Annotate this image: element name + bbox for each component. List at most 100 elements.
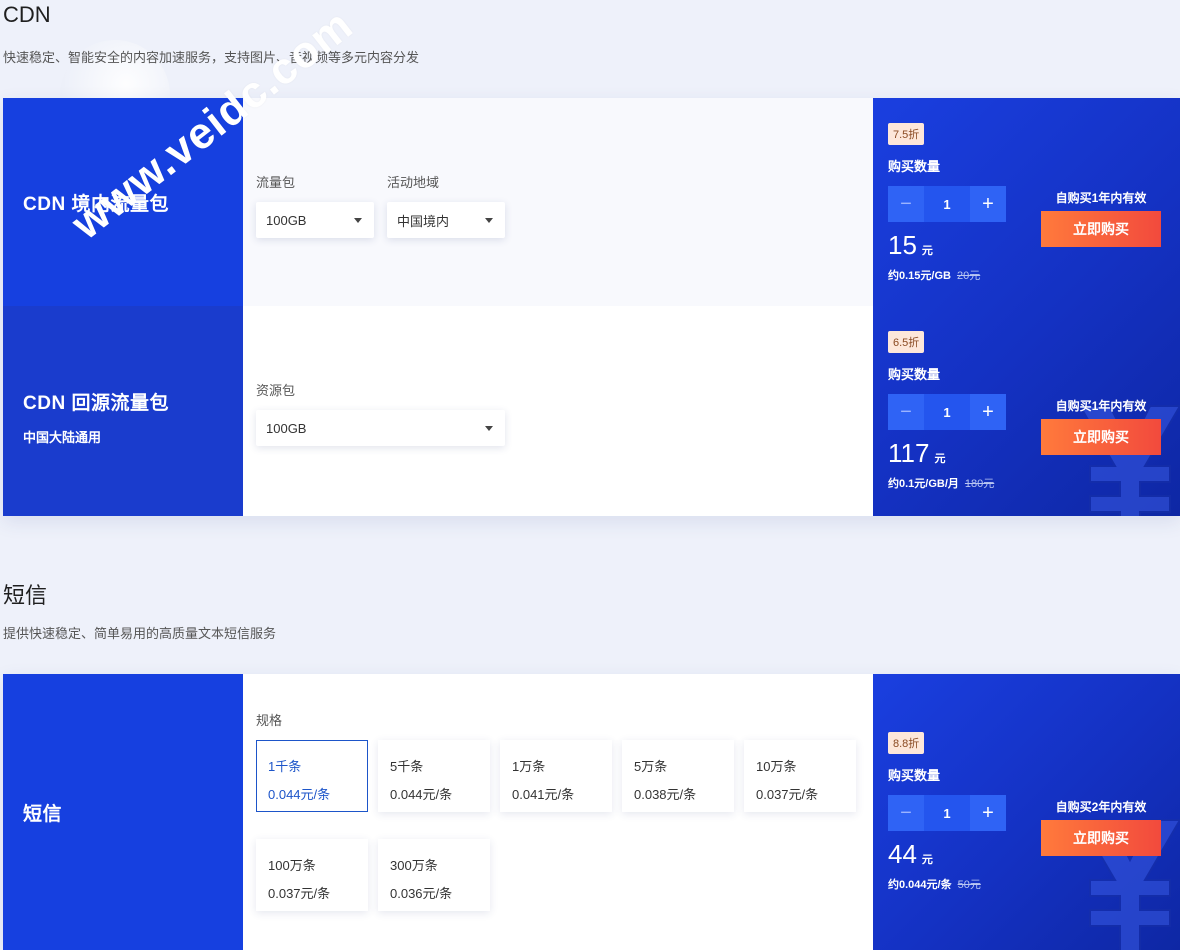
unit-price: 约0.044元/条 50元 — [888, 876, 981, 892]
price: 15 元 — [888, 230, 933, 261]
quantity-stepper: − 1 + — [888, 186, 1006, 222]
validity-text: 自购买1年内有效 — [1055, 399, 1147, 413]
sms-purchase-panel: 8.8折 购买数量 − 1 + 44 元 约0.044元/条 50元 自购买2年内… — [873, 674, 1180, 950]
price-amount: 117 — [888, 438, 930, 468]
resource-package-select[interactable]: 100GB — [256, 410, 505, 446]
product-subtitle: 中国大陆通用 — [23, 430, 102, 445]
spec-option[interactable]: 300万条 0.036元/条 — [378, 839, 490, 911]
spec-count: 1千条 — [268, 759, 302, 774]
discount-badge: 6.5折 — [888, 331, 925, 353]
cdn-card: CDN 境内流量包 CDN 回源流量包 中国大陆通用 流量包 100GB 活动地… — [3, 98, 1180, 516]
spec-count: 300万条 — [390, 858, 438, 873]
cdn-left-panel: CDN 境内流量包 CDN 回源流量包 中国大陆通用 — [3, 98, 243, 516]
sms-card: 短信 规格 1千条 0.044元/条 5千条 0.044元/条 1万条 0.04… — [3, 674, 1180, 950]
cdn-purchase-panel: 7.5折 购买数量 − 1 + 15 元 约0.15元/GB 20元 自购买1年内… — [873, 98, 1180, 516]
region-label: 活动地域 — [387, 175, 440, 190]
cdn-origin-purchase: 6.5折 购买数量 − 1 + 117 元 约0.1元/GB/月 180元 自购买… — [873, 306, 1180, 516]
product-name: CDN 回源流量包 — [23, 393, 169, 414]
quantity-value[interactable]: 1 — [924, 186, 970, 222]
quantity-stepper: − 1 + — [888, 795, 1006, 831]
discount-badge: 7.5折 — [888, 123, 925, 145]
sms-section-desc: 提供快速稳定、简单易用的高质量文本短信服务 — [3, 626, 277, 641]
quantity-value[interactable]: 1 — [924, 394, 970, 430]
cdn-origin-header: CDN 回源流量包 中国大陆通用 — [3, 306, 243, 516]
unit-price-value: 约0.15元/GB — [888, 270, 951, 282]
decrement-button[interactable]: − — [888, 795, 924, 831]
spec-option[interactable]: 1万条 0.041元/条 — [500, 740, 612, 812]
sms-options-panel: 规格 1千条 0.044元/条 5千条 0.044元/条 1万条 0.041元/… — [243, 674, 873, 950]
resource-package-label: 资源包 — [256, 383, 296, 398]
increment-button[interactable]: + — [970, 186, 1006, 222]
decrement-button[interactable]: − — [888, 394, 924, 430]
spec-price: 0.044元/条 — [390, 787, 453, 802]
price-unit: 元 — [921, 245, 933, 257]
product-name: CDN 境内流量包 — [23, 193, 169, 215]
sms-purchase: 8.8折 购买数量 − 1 + 44 元 约0.044元/条 50元 自购买2年内… — [873, 674, 1180, 950]
cdn-domestic-header: CDN 境内流量包 — [3, 98, 243, 306]
buy-now-button[interactable]: 立即购买 — [1041, 820, 1161, 856]
spec-price: 0.044元/条 — [268, 787, 331, 802]
unit-price: 约0.15元/GB 20元 — [888, 267, 980, 283]
quantity-stepper: − 1 + — [888, 394, 1006, 430]
spec-count: 1万条 — [512, 759, 546, 774]
product-name: 短信 — [23, 803, 63, 825]
select-value: 100GB — [266, 212, 307, 228]
quantity-label: 购买数量 — [888, 159, 941, 174]
spec-option[interactable]: 10万条 0.037元/条 — [744, 740, 856, 812]
select-value: 中国境内 — [397, 213, 450, 229]
buy-now-button[interactable]: 立即购买 — [1041, 211, 1161, 247]
original-price: 50元 — [957, 879, 981, 891]
price-unit: 元 — [934, 453, 946, 465]
cdn-section-desc: 快速稳定、智能安全的内容加速服务，支持图片、音视频等多元内容分发 — [3, 50, 420, 65]
spec-price: 0.038元/条 — [634, 787, 697, 802]
price-amount: 44 — [888, 839, 917, 869]
discount-badge: 8.8折 — [888, 732, 925, 754]
sms-spec-options: 规格 1千条 0.044元/条 5千条 0.044元/条 1万条 0.041元/… — [243, 674, 873, 950]
caret-down-icon — [485, 426, 493, 431]
quantity-value[interactable]: 1 — [924, 795, 970, 831]
caret-down-icon — [485, 218, 493, 223]
original-price: 180元 — [964, 478, 995, 490]
increment-button[interactable]: + — [970, 394, 1006, 430]
price: 44 元 — [888, 839, 933, 870]
original-price: 20元 — [956, 270, 981, 282]
quantity-label: 购买数量 — [888, 367, 941, 382]
spec-count: 5千条 — [390, 759, 424, 774]
price-amount: 15 — [888, 230, 917, 260]
spec-count: 100万条 — [268, 858, 316, 873]
unit-price-value: 约0.1元/GB/月 — [888, 478, 959, 490]
spec-option[interactable]: 5千条 0.044元/条 — [378, 740, 490, 812]
price-unit: 元 — [921, 854, 933, 866]
sms-left-panel: 短信 — [3, 674, 243, 950]
spec-price: 0.037元/条 — [268, 886, 331, 901]
buy-now-button[interactable]: 立即购买 — [1041, 419, 1161, 455]
spec-price: 0.036元/条 — [390, 886, 453, 901]
spec-label: 规格 — [256, 713, 283, 728]
spec-option[interactable]: 1千条 0.044元/条 — [256, 740, 368, 812]
traffic-package-label: 流量包 — [256, 175, 296, 190]
cdn-origin-options: 资源包 100GB — [243, 306, 873, 516]
unit-price-value: 约0.044元/条 — [888, 879, 952, 891]
spec-price: 0.037元/条 — [756, 787, 819, 802]
cdn-section-title: CDN — [3, 2, 51, 27]
select-value: 100GB — [266, 420, 307, 436]
caret-down-icon — [354, 218, 362, 223]
spec-count: 5万条 — [634, 759, 668, 774]
cdn-domestic-options: 流量包 100GB 活动地域 中国境内 — [243, 98, 873, 306]
increment-button[interactable]: + — [970, 795, 1006, 831]
spec-option[interactable]: 100万条 0.037元/条 — [256, 839, 368, 911]
validity-text: 自购买2年内有效 — [1055, 800, 1147, 814]
cdn-domestic-purchase: 7.5折 购买数量 − 1 + 15 元 约0.15元/GB 20元 自购买1年内… — [873, 98, 1180, 306]
unit-price: 约0.1元/GB/月 180元 — [888, 475, 994, 491]
spec-price: 0.041元/条 — [512, 787, 575, 802]
cdn-options-panel: 流量包 100GB 活动地域 中国境内 资源包 100GB — [243, 98, 873, 516]
sms-section-title: 短信 — [3, 583, 48, 608]
traffic-package-select[interactable]: 100GB — [256, 202, 374, 238]
price: 117 元 — [888, 438, 945, 469]
quantity-label: 购买数量 — [888, 768, 941, 783]
spec-option[interactable]: 5万条 0.038元/条 — [622, 740, 734, 812]
validity-text: 自购买1年内有效 — [1055, 191, 1147, 205]
spec-count: 10万条 — [756, 759, 797, 774]
decrement-button[interactable]: − — [888, 186, 924, 222]
region-select[interactable]: 中国境内 — [387, 202, 505, 238]
